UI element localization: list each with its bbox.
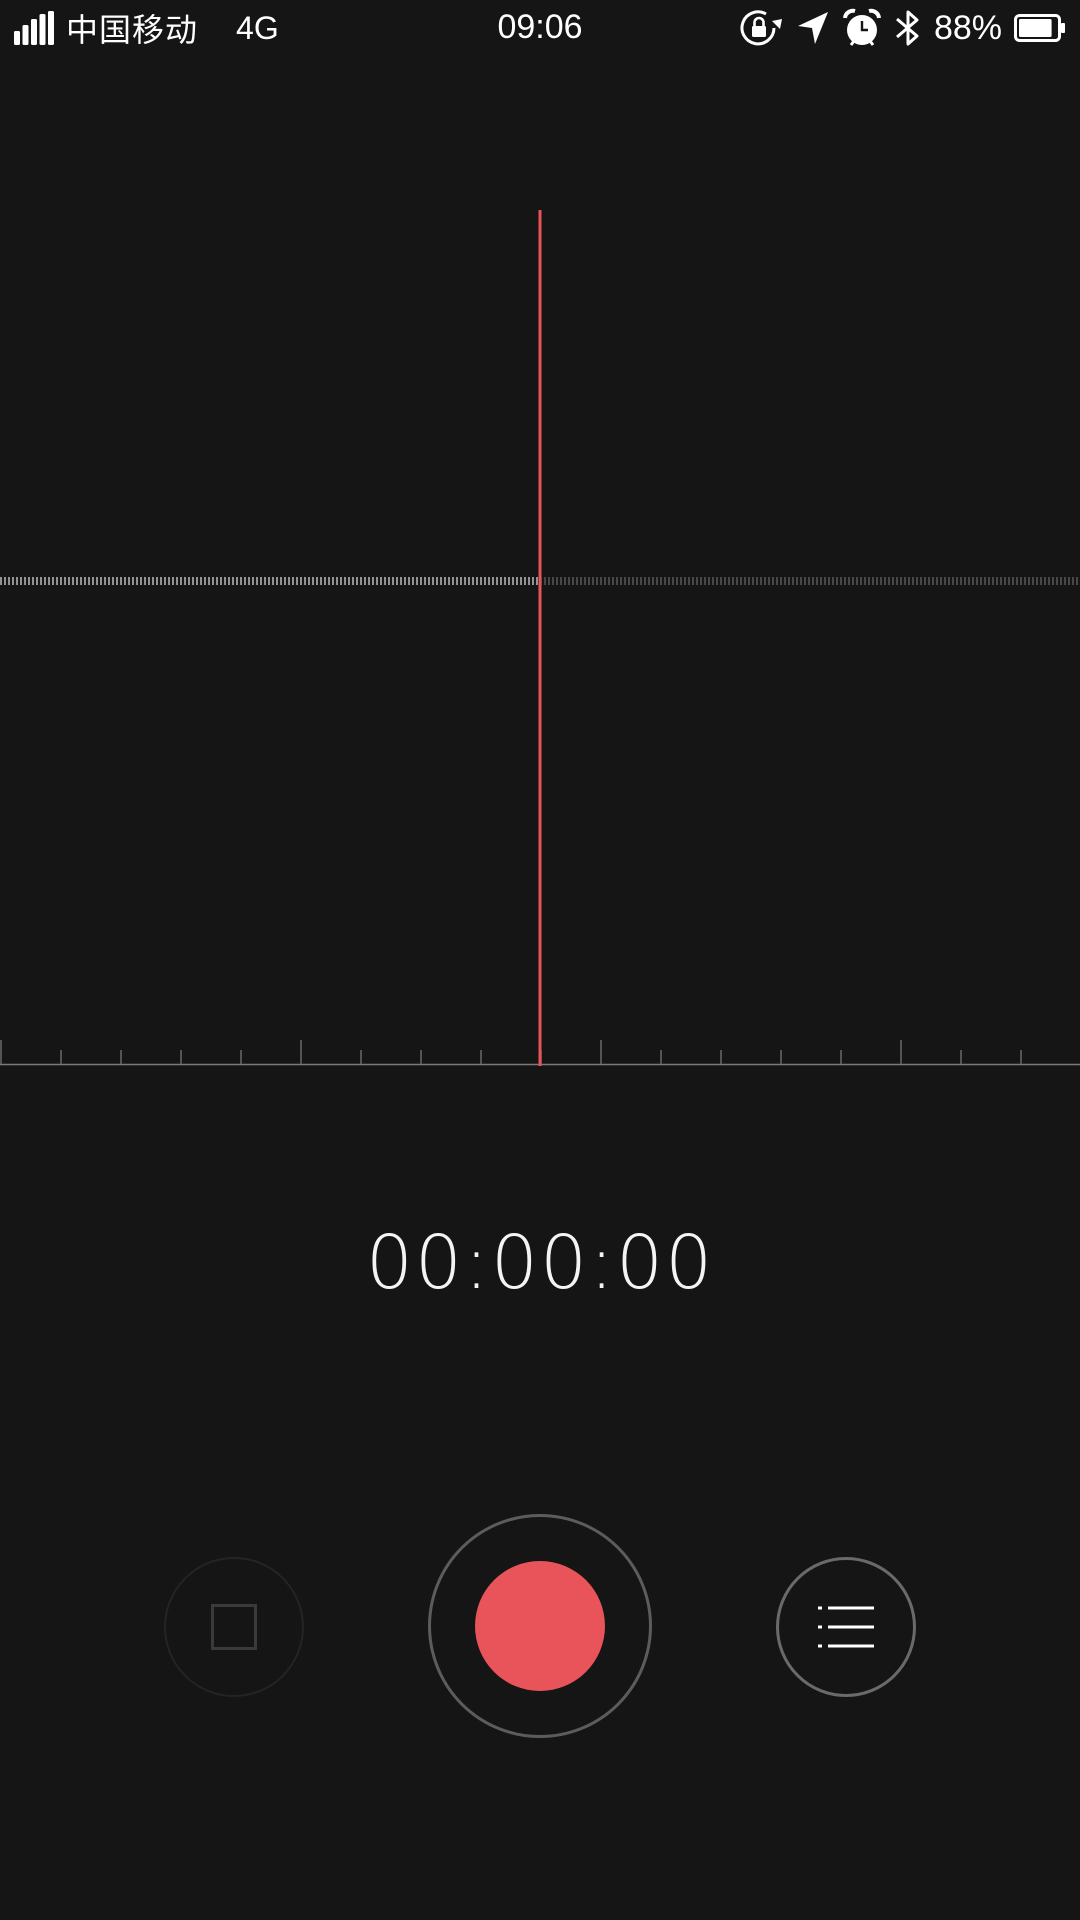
location-arrow-icon: [797, 12, 828, 44]
waveform-area: [0, 56, 1080, 1066]
alarm-clock-icon: [842, 8, 881, 46]
battery-percent: 88%: [933, 8, 1002, 47]
status-right: 88%: [726, 4, 1066, 52]
recordings-list-button[interactable]: [776, 1557, 916, 1697]
record-icon: [475, 1561, 605, 1691]
stop-button[interactable]: [164, 1557, 304, 1697]
status-bar: 中国移动 4G 09:06 88%: [0, 0, 1080, 56]
waveform-canvas: [0, 210, 1080, 1066]
recording-timer: 00:00:00: [365, 1220, 715, 1306]
record-button[interactable]: [428, 1514, 652, 1738]
battery-icon: [1014, 14, 1065, 42]
rotation-lock-icon: [740, 10, 782, 46]
bluetooth-icon: [895, 10, 919, 46]
list-icon: [818, 1606, 874, 1648]
stop-icon: [211, 1604, 257, 1650]
